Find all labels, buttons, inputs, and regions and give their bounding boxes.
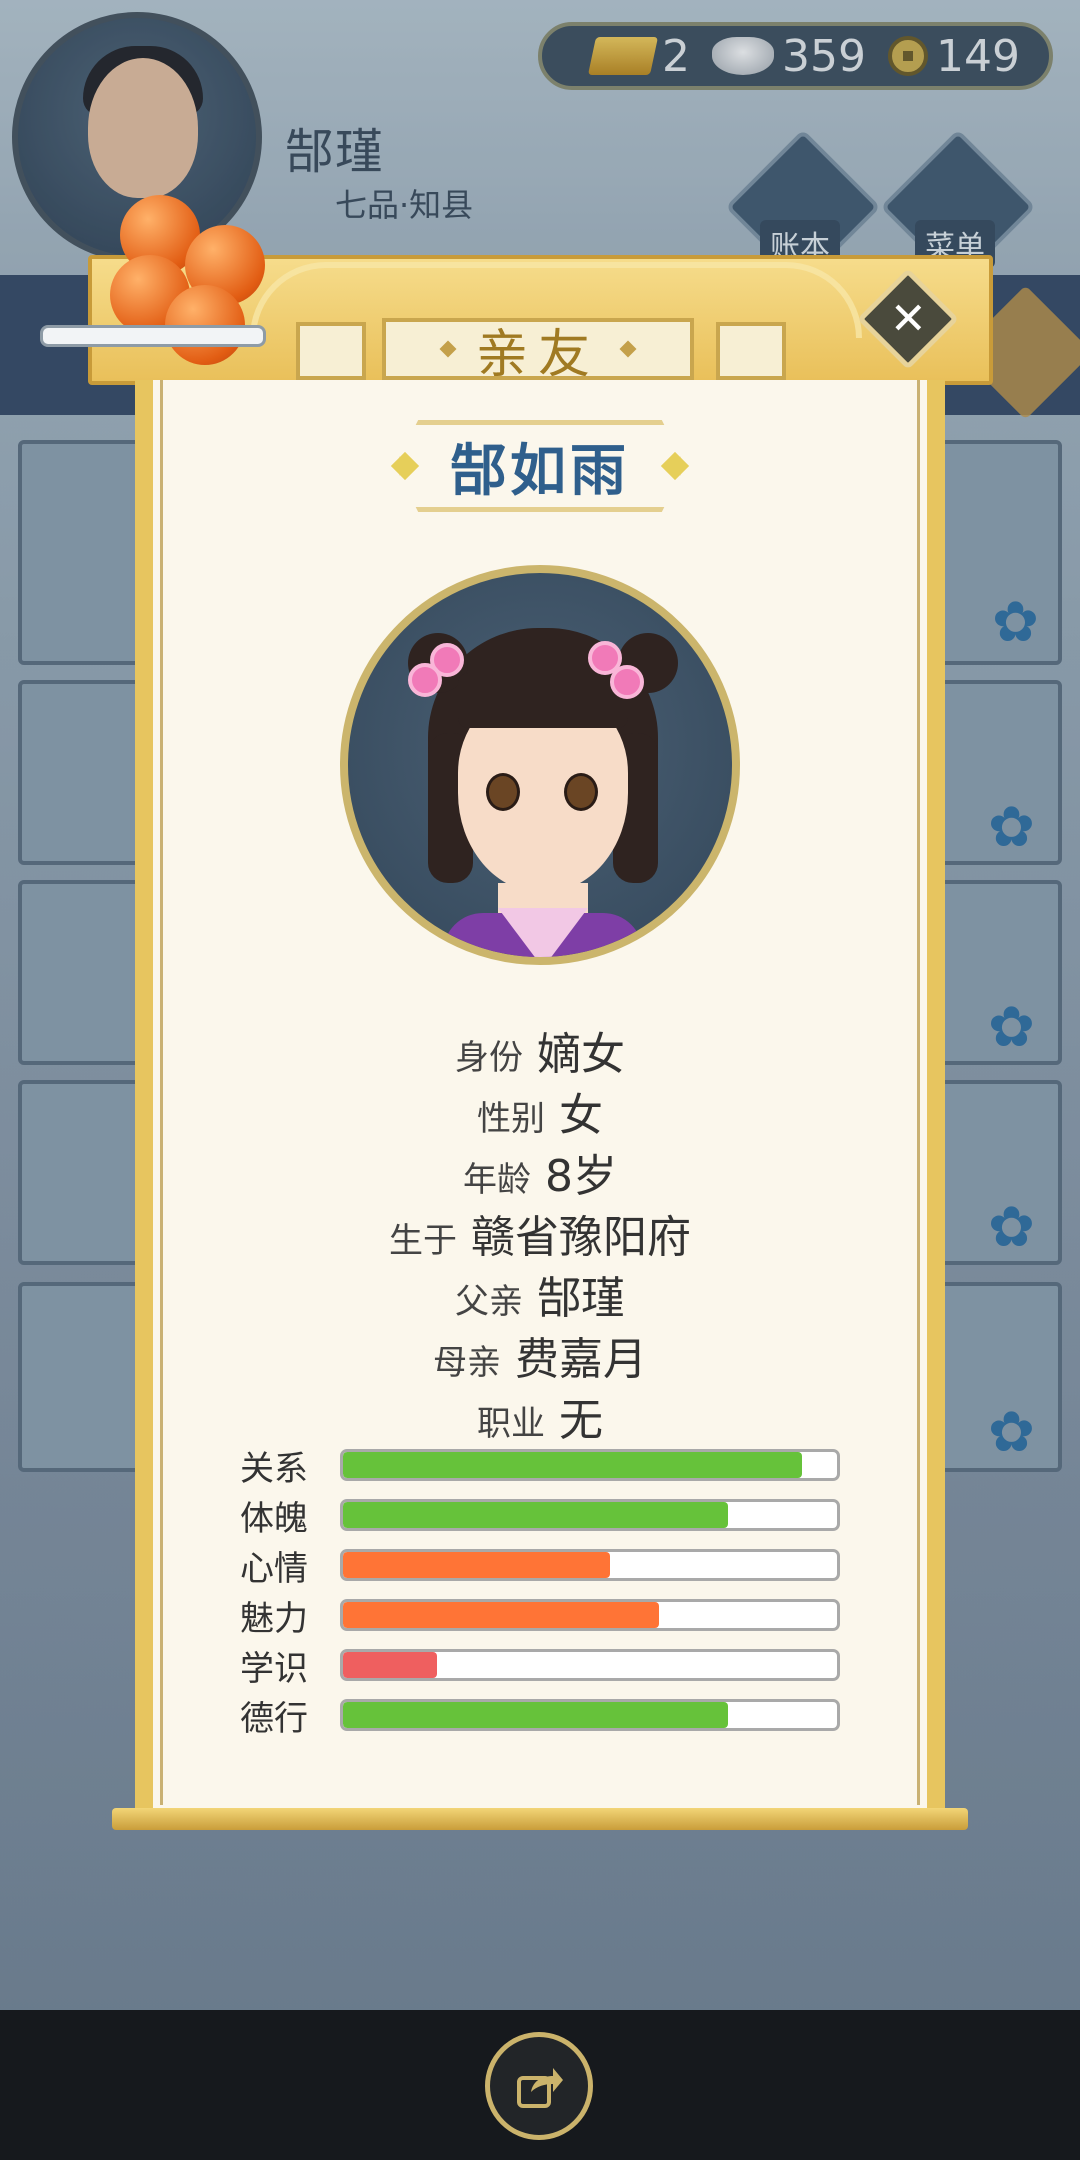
stat-label: 关系 bbox=[240, 1448, 308, 1489]
info-value: 费嘉月 bbox=[515, 1334, 647, 1385]
info-value: 8岁 bbox=[545, 1151, 617, 1202]
info-label: 年龄 bbox=[463, 1160, 531, 1200]
modal-title: 亲友 bbox=[475, 324, 600, 385]
info-row-gender: 性别 女 bbox=[160, 1079, 920, 1143]
cloud-ribbon bbox=[40, 325, 266, 347]
info-value: 嫡女 bbox=[537, 1029, 625, 1080]
info-label: 母亲 bbox=[433, 1343, 501, 1383]
stat-bar-track bbox=[340, 1599, 840, 1631]
info-label: 身份 bbox=[455, 1038, 523, 1078]
stat-row-relationship: 关系 bbox=[240, 1445, 840, 1489]
modal-title-row: 亲友 bbox=[382, 318, 694, 385]
info-label: 生于 bbox=[389, 1221, 457, 1261]
stat-bar-track bbox=[340, 1499, 840, 1531]
stat-bar-fill bbox=[343, 1552, 610, 1578]
info-value: 女 bbox=[559, 1090, 603, 1141]
stat-bar-fill bbox=[343, 1502, 729, 1528]
info-label: 职业 bbox=[477, 1404, 545, 1444]
scroll-bottom-rod bbox=[112, 1808, 968, 1830]
info-value: 郜瑾 bbox=[537, 1273, 625, 1324]
info-row-birthplace: 生于 赣省豫阳府 bbox=[160, 1201, 920, 1265]
character-name: 郜如雨 bbox=[450, 438, 630, 504]
stat-bar-fill bbox=[343, 1702, 729, 1728]
info-row-occupation: 职业 无 bbox=[160, 1384, 920, 1448]
stat-label: 魅力 bbox=[240, 1598, 308, 1639]
stat-label: 学识 bbox=[240, 1648, 308, 1689]
title-side-tab bbox=[716, 322, 786, 380]
stat-bar-track bbox=[340, 1449, 840, 1481]
info-label: 性别 bbox=[477, 1099, 545, 1139]
stat-row-mood: 心情 bbox=[240, 1545, 840, 1589]
info-row-identity: 身份 嫡女 bbox=[160, 1018, 920, 1082]
stat-bar-track bbox=[340, 1699, 840, 1731]
info-value: 赣省豫阳府 bbox=[471, 1212, 691, 1263]
info-label: 父亲 bbox=[455, 1282, 523, 1322]
info-row-father: 父亲 郜瑾 bbox=[160, 1262, 920, 1326]
title-side-tab bbox=[296, 322, 366, 380]
stat-row-virtue: 德行 bbox=[240, 1695, 840, 1739]
stat-bar-fill bbox=[343, 1652, 437, 1678]
info-value: 无 bbox=[559, 1395, 603, 1446]
stat-bar-fill bbox=[343, 1602, 660, 1628]
stat-label: 德行 bbox=[240, 1698, 308, 1739]
share-icon bbox=[517, 2068, 563, 2108]
ornament-diamond bbox=[619, 340, 637, 358]
stat-row-charm: 魅力 bbox=[240, 1595, 840, 1639]
stat-label: 体魄 bbox=[240, 1498, 308, 1539]
tanghulu-icon bbox=[100, 185, 280, 385]
stat-row-knowledge: 学识 bbox=[240, 1645, 840, 1689]
stat-bar-track bbox=[340, 1649, 840, 1681]
info-row-age: 年龄 8岁 bbox=[160, 1140, 920, 1204]
stat-row-physique: 体魄 bbox=[240, 1495, 840, 1539]
character-portrait bbox=[340, 565, 740, 965]
stat-bar-fill bbox=[343, 1452, 803, 1478]
character-name-frame: 郜如雨 bbox=[395, 420, 685, 512]
share-button[interactable] bbox=[485, 2032, 593, 2140]
close-icon: ✕ bbox=[889, 293, 927, 344]
stat-label: 心情 bbox=[240, 1548, 308, 1589]
ornament-diamond bbox=[439, 340, 457, 358]
stat-bar-track bbox=[340, 1549, 840, 1581]
info-row-mother: 母亲 费嘉月 bbox=[160, 1323, 920, 1387]
